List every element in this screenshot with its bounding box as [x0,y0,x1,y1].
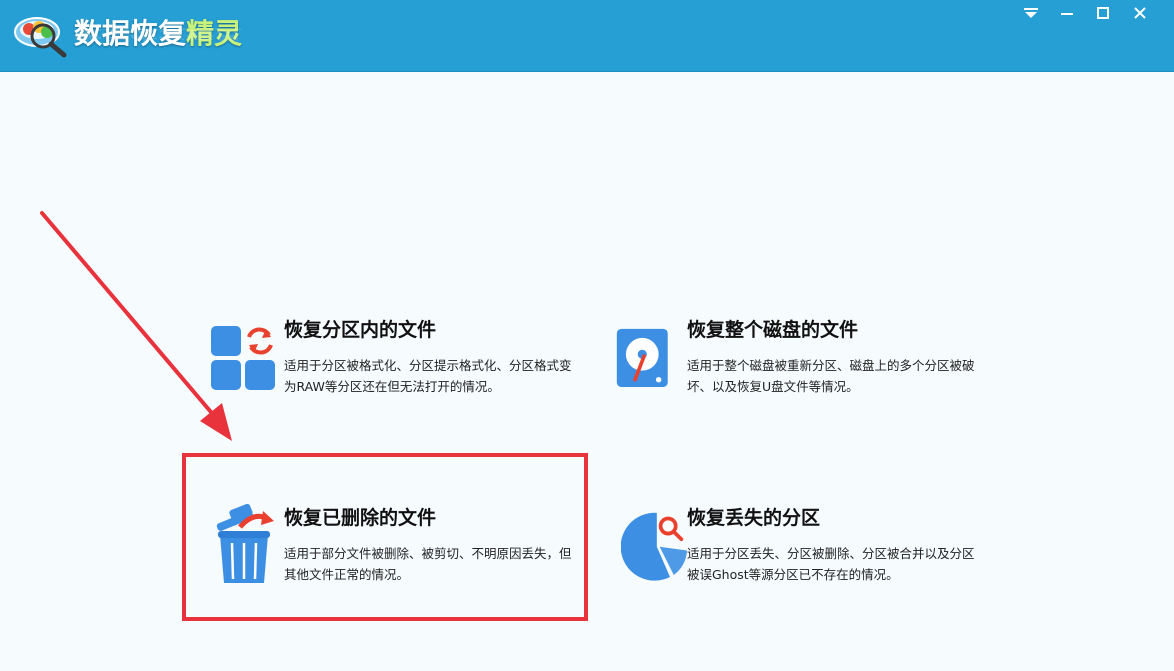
option-recover-deleted-files[interactable]: 恢复已删除的文件 适用于部分文件被删除、被剪切、不明原因丢失，但其他文件正常的情… [210,503,590,623]
disk-icon [616,328,668,387]
dropdown-menu-icon [1024,8,1038,18]
option-recover-disk-files[interactable]: 恢复整个磁盘的文件 适用于整个磁盘被重新分区、磁盘上的多个分区被破坏、以及恢复U… [613,315,993,435]
minimize-icon [1061,13,1073,15]
app-logo-icon [14,17,67,58]
minimize-button[interactable] [1049,0,1085,26]
option-title: 恢复已删除的文件 [284,507,437,529]
option-description: 适用于分区丢失、分区被删除、分区被合并以及分区被误Ghost等源分区已不存在的情… [687,546,975,582]
app-title: 数据恢复精灵 [74,17,243,50]
option-recover-partition-files[interactable]: 恢复分区内的文件 适用于分区被格式化、分区提示格式化、分区格式变为RAW等分区还… [210,315,590,435]
option-title: 恢复分区内的文件 [284,319,437,341]
close-icon [1134,7,1146,19]
option-title: 恢复整个磁盘的文件 [687,319,859,341]
option-description: 适用于整个磁盘被重新分区、磁盘上的多个分区被破坏、以及恢复U盘文件等情况。 [687,358,975,394]
menu-button[interactable] [1013,0,1049,26]
title-bar: 数据恢复精灵 数据恢复精灵 [0,0,1174,72]
lost-partition-icon [621,512,687,581]
option-description: 适用于部分文件被删除、被剪切、不明原因丢失，但其他文件正常的情况。 [284,546,572,582]
maximize-icon [1097,7,1109,19]
app-title-accent: 精灵 [186,17,243,50]
recycle-bin-icon [216,503,274,583]
option-title: 恢复丢失的分区 [687,507,821,529]
partition-files-icon [211,326,275,390]
maximize-button[interactable] [1085,0,1121,26]
option-recover-lost-partition[interactable]: 恢复丢失的分区 适用于分区丢失、分区被删除、分区被合并以及分区被误Ghost等源… [613,503,993,623]
close-button[interactable] [1122,0,1158,26]
option-description: 适用于分区被格式化、分区提示格式化、分区格式变为RAW等分区还在但无法打开的情况… [284,358,572,394]
